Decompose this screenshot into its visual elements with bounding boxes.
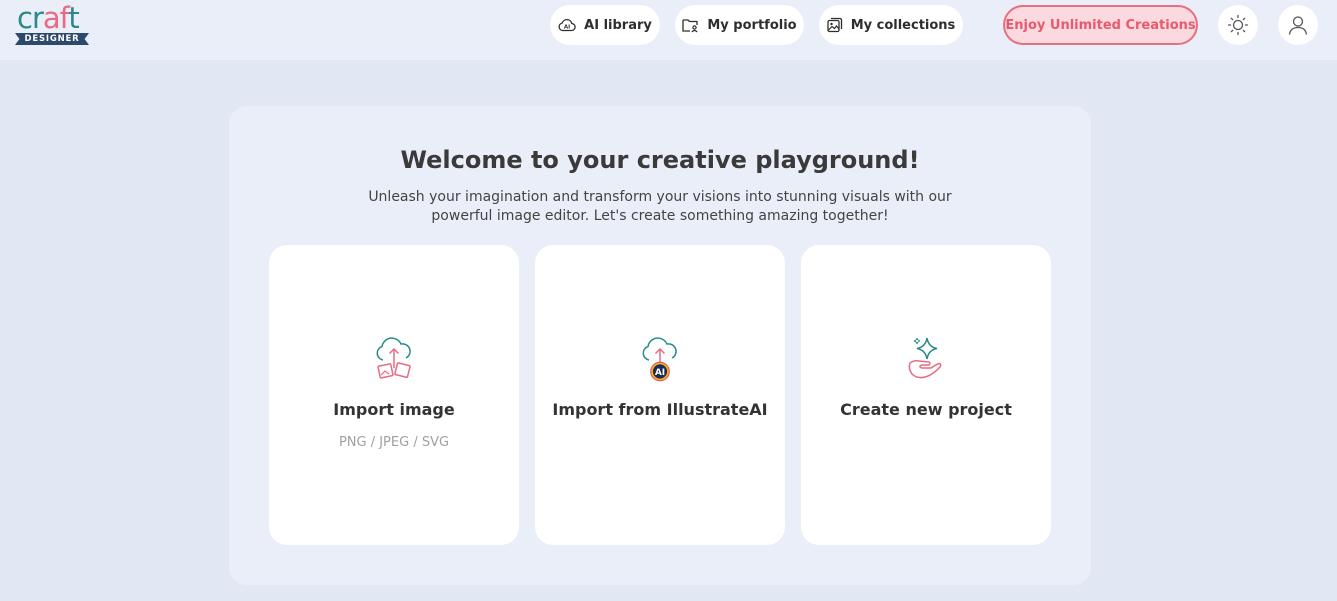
welcome-panel: Welcome to your creative playground! Unl… <box>229 106 1091 585</box>
hand-sparkle-icon <box>902 335 950 383</box>
logo-wordmark: craft <box>17 1 80 35</box>
theme-toggle-button[interactable] <box>1218 5 1258 45</box>
ai-cloud-icon-text: AI <box>564 25 570 31</box>
gallery-icon <box>827 17 842 33</box>
enjoy-unlimited-label: Enjoy Unlimited Creations <box>1005 17 1196 33</box>
ai-library-button[interactable]: AI AI library <box>550 5 660 45</box>
enjoy-unlimited-creations-button[interactable]: Enjoy Unlimited Creations <box>1003 5 1198 45</box>
top-header: craft DESIGNER AI AI library My portfoli… <box>0 0 1337 60</box>
cloud-upload-images-icon <box>370 335 418 383</box>
ai-cloud-icon: AI <box>558 19 576 32</box>
page-title: Welcome to your creative playground! <box>400 146 920 174</box>
my-portfolio-button[interactable]: My portfolio <box>675 5 804 45</box>
import-image-title: Import image <box>333 400 455 419</box>
sun-icon <box>1227 14 1249 36</box>
logo-banner: DESIGNER <box>15 33 89 45</box>
my-collections-label: My collections <box>850 17 956 33</box>
my-collections-button[interactable]: My collections <box>819 5 963 45</box>
import-from-illustrateai-title: Import from IllustrateAI <box>552 400 768 419</box>
import-image-card[interactable]: Import image PNG / JPEG / SVG <box>269 245 519 545</box>
page-subtitle: Unleash your imagination and transform y… <box>368 189 952 224</box>
import-from-illustrateai-card[interactable]: AI Import from IllustrateAI <box>535 245 785 545</box>
my-portfolio-label: My portfolio <box>707 17 797 33</box>
user-icon <box>1288 16 1308 35</box>
user-account-button[interactable] <box>1278 5 1318 45</box>
cloud-upload-ai-icon: AI <box>636 335 684 383</box>
create-new-project-card[interactable]: Create new project <box>801 245 1051 545</box>
folder-user-icon <box>682 18 699 32</box>
craft-designer-logo[interactable]: craft DESIGNER <box>15 1 91 47</box>
import-image-formats: PNG / JPEG / SVG <box>338 435 450 450</box>
ai-badge-text: AI <box>655 368 665 378</box>
ai-library-label: AI library <box>584 17 652 33</box>
create-new-project-title: Create new project <box>840 400 1012 419</box>
